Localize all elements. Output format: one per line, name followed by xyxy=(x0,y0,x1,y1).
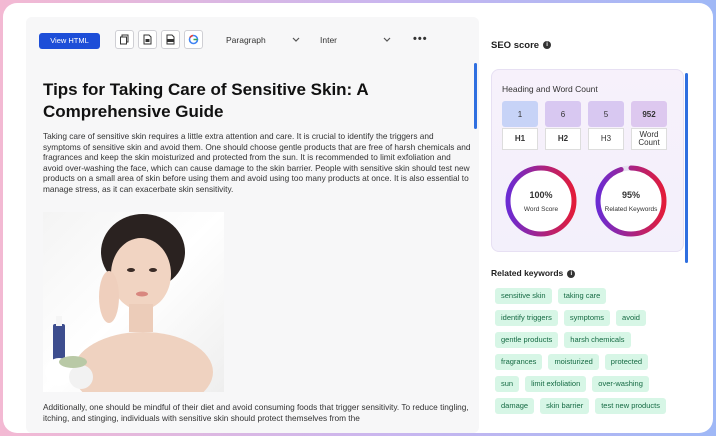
keyword-row: gentle products harsh chemicals xyxy=(495,332,685,348)
heading-word-count-card: Heading and Word Count 1 6 5 952 H1 H2 H… xyxy=(491,69,684,252)
keyword-chip[interactable]: avoid xyxy=(616,310,646,326)
keyword-chip[interactable]: identify triggers xyxy=(495,310,558,326)
more-options-button[interactable]: ••• xyxy=(413,32,428,46)
chevron-down-icon xyxy=(383,37,391,42)
skin-care-photo xyxy=(43,212,224,392)
word-count-label: Word Count xyxy=(631,128,667,150)
editor-panel: View HTML Paragraph Inter ••• Tips for T… xyxy=(26,17,479,433)
paragraph-select[interactable]: Paragraph xyxy=(226,32,301,48)
keyword-row: sensitive skin taking care xyxy=(495,288,685,304)
keyword-chip[interactable]: harsh chemicals xyxy=(564,332,631,348)
related-score-value: 95% xyxy=(621,190,640,200)
keyword-chip[interactable]: sun xyxy=(495,376,520,392)
related-keywords-heading: Related keywords i xyxy=(491,268,576,278)
h2-count: 6 xyxy=(545,101,581,127)
keyword-chip[interactable]: limit exfoliation xyxy=(525,376,587,392)
keyword-chip[interactable]: moisturized xyxy=(548,354,599,370)
h2-label: H2 xyxy=(545,128,581,150)
copy-icon[interactable] xyxy=(115,30,134,49)
editor-toolbar: View HTML Paragraph Inter ••• xyxy=(26,17,479,63)
info-icon[interactable]: i xyxy=(567,269,576,278)
h1-label: H1 xyxy=(502,128,538,150)
related-keywords-ring: 95% Related Keywords xyxy=(592,162,670,240)
keyword-row: damage skin barrier test new products xyxy=(495,398,685,414)
document-paragraph: Additionally, one should be mindful of t… xyxy=(43,402,469,423)
keyword-row: fragrances moisturized protected xyxy=(495,354,685,370)
card-title: Heading and Word Count xyxy=(502,84,598,94)
keyword-chip[interactable]: gentle products xyxy=(495,332,559,348)
chevron-down-icon xyxy=(292,37,300,42)
keyword-chips: sensitive skin taking care identify trigge… xyxy=(495,288,685,420)
keyword-chip[interactable]: skin barrier xyxy=(540,398,590,414)
keyword-chip[interactable]: protected xyxy=(604,354,649,370)
word-score-value: 100% xyxy=(529,190,553,200)
seo-sidebar: SEO score i Heading and Word Count 1 6 5 … xyxy=(481,3,713,433)
keyword-chip[interactable]: damage xyxy=(495,398,535,414)
keyword-row: sun limit exfoliation over-washing xyxy=(495,376,685,392)
google-icon[interactable] xyxy=(184,30,203,49)
pdf-icon[interactable] xyxy=(161,30,180,49)
keyword-chip[interactable]: sensitive skin xyxy=(495,288,552,304)
document-title: Tips for Taking Care of Sensitive Skin: … xyxy=(43,80,368,121)
document-content: Tips for Taking Care of Sensitive Skin: … xyxy=(43,79,471,194)
app-window: View HTML Paragraph Inter ••• Tips for T… xyxy=(3,3,713,433)
info-icon[interactable]: i xyxy=(543,41,552,50)
h1-count: 1 xyxy=(502,101,538,127)
related-score-label: Related Keywords xyxy=(604,206,658,213)
keyword-chip[interactable]: over-washing xyxy=(592,376,649,392)
h3-count: 5 xyxy=(588,101,624,127)
document-paragraph-2-wrapper: Additionally, one should be mindful of t… xyxy=(43,402,471,423)
seo-score-heading: SEO score i xyxy=(491,40,552,51)
file-icon[interactable] xyxy=(138,30,157,49)
keyword-row: identify triggers symptoms avoid xyxy=(495,310,685,326)
keyword-chip[interactable]: taking care xyxy=(557,288,607,304)
keyword-chip[interactable]: test new products xyxy=(595,398,666,414)
font-select[interactable]: Inter xyxy=(320,32,392,48)
word-score-label: Word Score xyxy=(523,206,559,213)
sidebar-scrollbar[interactable] xyxy=(685,73,688,263)
h3-label: H3 xyxy=(588,128,624,150)
document-paragraph: Taking care of sensitive skin requires a… xyxy=(43,131,471,194)
keyword-chip[interactable]: symptoms xyxy=(563,310,611,326)
view-html-button[interactable]: View HTML xyxy=(39,33,100,49)
word-score-ring: 100% Word Score xyxy=(502,162,580,240)
editor-scrollbar[interactable] xyxy=(474,63,477,129)
keyword-chip[interactable]: fragrances xyxy=(495,354,543,370)
word-count: 952 xyxy=(631,101,667,127)
